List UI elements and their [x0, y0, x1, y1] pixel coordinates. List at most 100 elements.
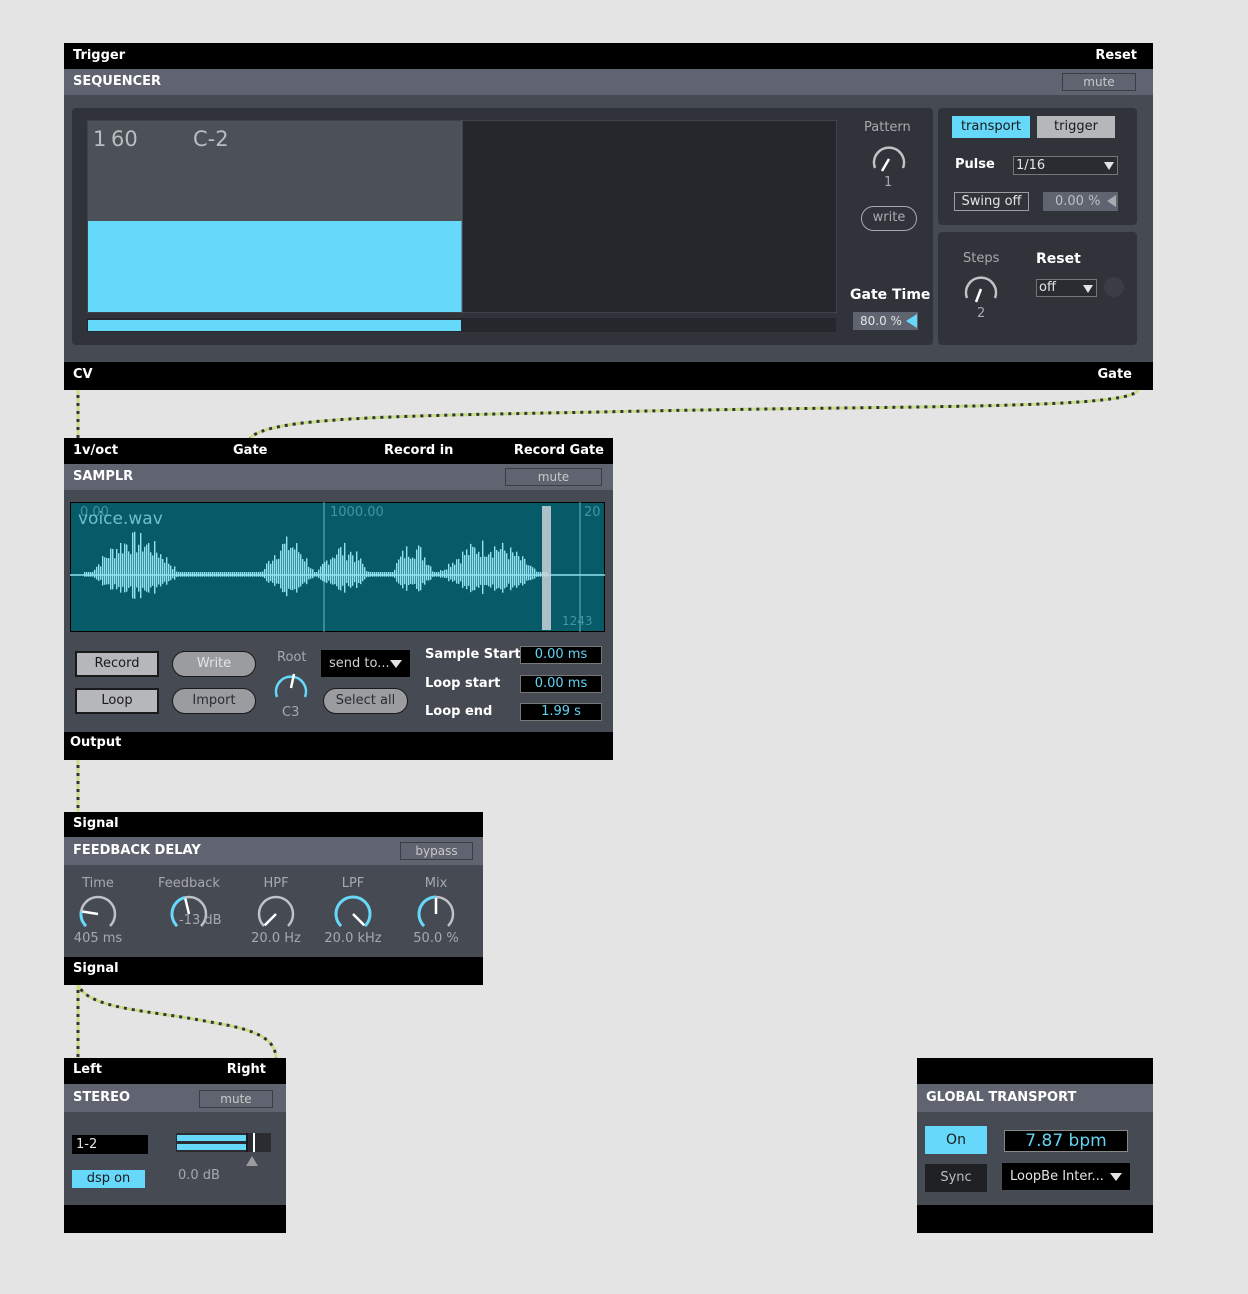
stereo-title-bar: STEREO mute: [64, 1084, 286, 1112]
gate-outlet[interactable]: Gate: [1098, 362, 1132, 388]
delay-knob-value: 20.0 Hz: [251, 931, 301, 946]
knob-value-arc: [334, 895, 372, 928]
sequencer-inlet-bar: Trigger Reset: [64, 43, 1153, 69]
delay-knob[interactable]: [413, 892, 459, 932]
samplr-title-bar: SAMPLR mute: [64, 464, 613, 490]
knob-pointer: [263, 913, 277, 927]
trigger-mode-button[interactable]: trigger: [1037, 116, 1115, 138]
swing-amount[interactable]: 0.00 %: [1043, 192, 1118, 211]
midi-device-dropdown[interactable]: LoopBe Inter...: [1002, 1163, 1130, 1190]
write-sample-button[interactable]: Write: [172, 651, 256, 677]
sequencer-mute-button[interactable]: mute: [1062, 73, 1136, 91]
delay-knob[interactable]: [253, 892, 299, 932]
delay-bypass-button[interactable]: bypass: [400, 842, 473, 860]
left-inlet[interactable]: Left: [73, 1058, 102, 1082]
reset-dropdown[interactable]: off: [1036, 279, 1097, 297]
samplr-mute-button[interactable]: mute: [505, 468, 602, 486]
transport-title: GLOBAL TRANSPORT: [926, 1090, 1077, 1105]
delay-knob-label: Feedback: [158, 876, 220, 891]
delay-outlet-bar: Signal: [64, 957, 483, 985]
sequencer-outlet-bar: CV Gate: [64, 362, 1153, 390]
stereo-footer: [64, 1205, 286, 1233]
knob-pointer: [352, 913, 366, 927]
import-button[interactable]: Import: [172, 688, 256, 714]
stereo-title: STEREO: [73, 1090, 131, 1105]
sequencer-title: SEQUENCER: [73, 74, 162, 89]
steps-knob[interactable]: [958, 267, 1004, 307]
1voct-inlet[interactable]: 1v/oct: [73, 438, 118, 464]
output-outlet[interactable]: Output: [70, 732, 121, 754]
knob-pointer: [82, 910, 99, 916]
delay-knob-value: 50.0 %: [413, 931, 459, 946]
write-pattern-button[interactable]: write: [861, 206, 917, 231]
delay-knob-label: Mix: [424, 876, 448, 891]
root-knob[interactable]: [268, 666, 314, 706]
select-all-button[interactable]: Select all: [323, 688, 408, 714]
reset-indicator-led[interactable]: [1104, 277, 1124, 297]
delay-knob[interactable]: [330, 892, 376, 932]
delay-signal-outlet[interactable]: Signal: [73, 957, 119, 981]
record-in-inlet[interactable]: Record in: [384, 438, 453, 464]
record-button[interactable]: Record: [75, 651, 159, 677]
loop-end-field[interactable]: 1.99 s: [520, 703, 602, 721]
swing-toggle[interactable]: Swing off: [954, 192, 1029, 211]
delay-knob[interactable]: [75, 892, 121, 932]
record-gate-inlet[interactable]: Record Gate: [514, 438, 604, 464]
loop-button[interactable]: Loop: [75, 688, 159, 714]
stereo-mute-button[interactable]: mute: [199, 1090, 273, 1108]
cable-signal-to-right: [76, 984, 278, 1059]
reset-value: off: [1039, 280, 1056, 295]
output-level-meter[interactable]: [176, 1133, 272, 1167]
knob-pointer: [184, 898, 191, 915]
sample-filename: voice.wav: [78, 509, 163, 529]
sample-start-label: Sample Start: [425, 647, 521, 662]
delay-title-bar: FEEDBACK DELAY bypass: [64, 837, 483, 865]
step-readout-step: 1: [93, 127, 106, 151]
meter-right-fill: [177, 1144, 247, 1150]
samplr-title: SAMPLR: [73, 469, 134, 484]
send-to-dropdown[interactable]: send to...: [321, 650, 410, 677]
delay-knob-value: 405 ms: [73, 931, 123, 946]
bpm-field[interactable]: 7.87 bpm: [1004, 1130, 1128, 1152]
delay-inlet-bar: Signal: [64, 812, 483, 837]
loop-start-field[interactable]: 0.00 ms: [520, 675, 602, 693]
steps-value: 2: [977, 306, 986, 321]
samplr-outlet-bar: Output: [64, 732, 613, 760]
pattern-knob[interactable]: [866, 137, 912, 177]
transport-sync-button[interactable]: Sync: [925, 1164, 987, 1192]
gate-inlet[interactable]: Gate: [233, 438, 267, 464]
gain-slider-handle: [246, 1156, 258, 1166]
gate-time-value[interactable]: 80.0 %: [853, 312, 918, 330]
send-to-label: send to...: [329, 656, 390, 671]
pulse-label: Pulse: [955, 157, 995, 172]
step-display[interactable]: 1 60 C-2: [87, 120, 837, 313]
sample-start-field[interactable]: 0.00 ms: [520, 646, 602, 664]
delay-knob-label: LPF: [341, 876, 365, 891]
channel-select[interactable]: 1-2: [72, 1135, 148, 1154]
pulse-dropdown[interactable]: 1/16: [1013, 156, 1118, 175]
ruler-end-label: 20: [584, 505, 601, 520]
root-value: C3: [282, 705, 300, 720]
transport-on-button[interactable]: On: [925, 1126, 987, 1154]
delay-signal-inlet[interactable]: Signal: [73, 812, 119, 835]
step-readout-velocity: 60: [111, 127, 138, 151]
dsp-toggle[interactable]: dsp on: [72, 1170, 145, 1188]
gate-length-bar[interactable]: [87, 318, 836, 332]
delay-knob-label: Time: [82, 876, 114, 891]
loop-start-label: Loop start: [425, 676, 501, 691]
trigger-inlet[interactable]: Trigger: [73, 43, 125, 69]
samplr-inlet-bar: 1v/oct Gate Record in Record Gate: [64, 438, 613, 464]
gate-time-label: Gate Time: [850, 287, 931, 303]
chevron-down-icon: [1104, 162, 1114, 170]
cv-outlet[interactable]: CV: [73, 362, 93, 388]
waveform-display[interactable]: 0.00 1000.00 20 voice.wav 1243: [70, 502, 605, 632]
right-inlet[interactable]: Right: [227, 1058, 266, 1082]
cable-gate-to-gate: [248, 389, 1140, 440]
root-label: Root: [277, 650, 307, 665]
transport-mode-button[interactable]: transport: [952, 116, 1030, 138]
knob-value-arc: [79, 911, 88, 928]
gain-value: 0.0 dB: [178, 1168, 220, 1183]
step-readout-note: C-2: [193, 127, 229, 151]
midi-device-value: LoopBe Inter...: [1010, 1169, 1104, 1184]
reset-inlet[interactable]: Reset: [1095, 43, 1137, 69]
